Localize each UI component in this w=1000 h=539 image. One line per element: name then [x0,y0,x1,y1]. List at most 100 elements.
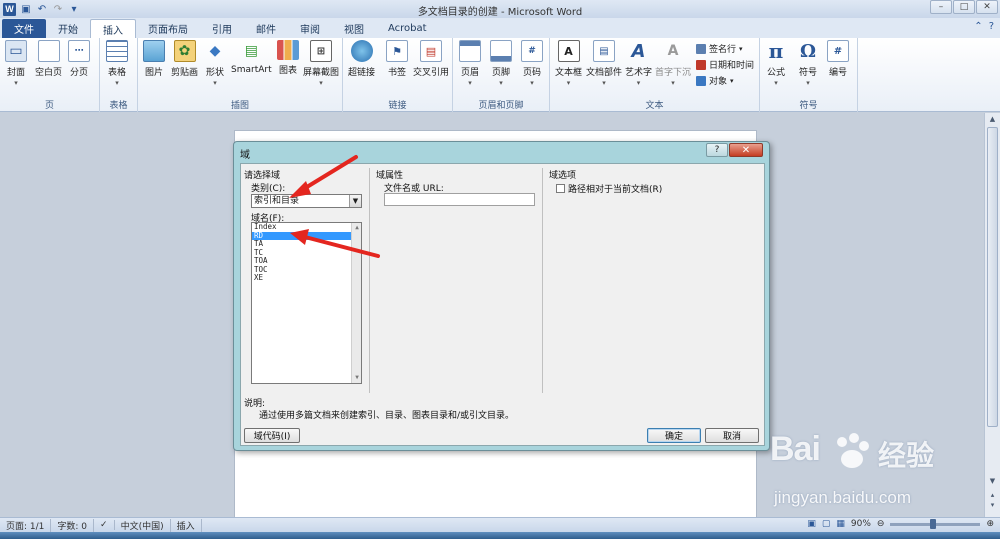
shapes-button[interactable]: ◆ 形状 ▾ [204,40,226,87]
ok-button[interactable]: 确定 [647,428,701,443]
field-codes-button[interactable]: 域代码(I) [244,428,300,443]
group-label-text: 文本 [645,101,664,111]
clip-art-button[interactable]: ✿ 剪贴画 [171,40,198,78]
redo-icon[interactable]: ↷ [52,3,64,15]
page-break-button[interactable]: ⋯ 分页 [68,40,90,78]
group-pages: ▭ 封面 ▾ 空白页 ⋯ 分页 页 [0,38,100,112]
numbering-button[interactable]: # 编号 [827,40,849,78]
shapes-icon: ◆ [209,43,221,59]
group-symbols: π 公式 ▾ Ω 符号 ▾ # 编号 符号 [760,38,858,112]
bookmark-button[interactable]: ⚑ 书签 [386,40,408,78]
field-names-list[interactable]: Index RD TA TC TOA TOC XE ▲ ▼ [251,222,362,384]
proofing-icon[interactable]: ✓ [94,520,115,530]
blank-page-button[interactable]: 空白页 [35,40,62,78]
chart-button[interactable]: 图表 [277,40,299,76]
object-icon [696,75,706,86]
scroll-thumb[interactable] [987,127,998,427]
language-indicator[interactable]: 中文(中国) [115,518,171,532]
cross-reference-icon: ▤ [420,40,442,62]
dialog-title: 域 [240,150,250,161]
screenshot-icon: ⊞ [310,40,332,62]
footer-icon [490,40,512,62]
field-properties-heading: 域属性 [376,171,404,181]
number-icon: # [827,40,849,62]
smartart-button[interactable]: ▤ SmartArt [231,40,272,75]
relative-path-checkbox[interactable]: 路径相对于当前文档(R) [556,182,662,195]
footer-button[interactable]: 页脚 ▾ [490,40,512,87]
date-time-button[interactable]: 日期和时间 [696,58,754,71]
category-select[interactable]: 索引和目录 ▼ [251,194,362,208]
tab-view[interactable]: 视图 [332,19,376,38]
hyperlink-button[interactable]: 超链接 [348,40,375,78]
tab-acrobat[interactable]: Acrobat [376,19,439,38]
taskbar [0,532,1000,539]
list-item[interactable]: Index [252,222,361,232]
description-text: 通过使用多篇文档来创建索引、目录、图表目录和/或引文目录。 [259,411,515,421]
close-window-button[interactable]: ✕ [976,0,998,14]
list-item-selected[interactable]: RD [252,231,361,240]
dialog-close-button[interactable]: ✕ [729,143,763,157]
column-divider [542,168,543,393]
list-item[interactable]: TOA [252,256,361,266]
list-item[interactable]: TC [252,248,361,258]
save-icon[interactable]: ▣ [20,3,32,15]
list-item[interactable]: TA [252,239,361,249]
tab-mailings[interactable]: 邮件 [244,19,288,38]
tab-home[interactable]: 开始 [46,19,90,38]
customize-qat-icon[interactable]: ▾ [68,3,80,15]
scroll-down-icon[interactable]: ▼ [352,374,362,382]
word-count[interactable]: 字数: 0 [51,518,95,532]
tab-file[interactable]: 文件 [2,19,46,38]
pi-icon: π [768,39,784,63]
drop-cap-icon: A [667,43,679,59]
help-icon[interactable]: ? [989,21,994,32]
header-button[interactable]: 页眉 ▾ [459,40,481,87]
chevron-down-icon[interactable]: ▼ [349,195,361,207]
cover-page-button[interactable]: ▭ 封面 ▾ [5,40,27,87]
minimize-ribbon-icon[interactable]: ⌃ [974,21,982,32]
checkbox-box[interactable] [556,184,565,193]
page-number-icon: # [521,40,543,62]
dialog-help-button[interactable]: ? [706,143,728,157]
paw-icon [837,433,869,468]
field-dialog: 域 ? ✕ 请选择域 类别(C): 索引和目录 ▼ 域名(F): Index R… [233,141,770,451]
tab-page-layout[interactable]: 页面布局 [136,19,200,38]
quick-parts-button[interactable]: ▤ 文档部件 ▾ [586,40,622,87]
filename-input[interactable] [384,193,535,206]
blank-page-icon [37,40,60,62]
picture-button[interactable]: 图片 [143,40,165,78]
tab-insert[interactable]: 插入 [90,19,136,38]
drop-cap-button[interactable]: A 首字下沉 ▾ [655,40,691,87]
list-item[interactable]: XE [252,273,361,283]
text-box-button[interactable]: A 文本框 ▾ [555,40,582,87]
wordart-icon: A [631,40,646,62]
minimize-button[interactable]: – [930,0,952,14]
table-button[interactable]: 表格 ▾ [106,40,128,87]
group-label-illustrations: 插图 [230,101,249,111]
screenshot-button[interactable]: ⊞ 屏幕截图 ▾ [303,40,339,87]
group-header-footer: 页眉 ▾ 页脚 ▾ # 页码 ▾ 页眉和页脚 [453,38,550,112]
symbol-button[interactable]: Ω 符号 ▾ [797,40,819,88]
cross-reference-button[interactable]: ▤ 交叉引用 [413,40,449,78]
cancel-button[interactable]: 取消 [705,428,759,443]
group-label-pages: 页 [44,101,54,111]
relative-path-label: 路径相对于当前文档(R) [568,185,663,195]
page-number-button[interactable]: # 页码 ▾ [521,40,543,87]
restore-button[interactable]: □ [953,0,975,14]
undo-icon[interactable]: ↶ [36,3,48,15]
scroll-up-icon[interactable]: ▲ [987,115,998,124]
signature-line-button[interactable]: 签名行 ▾ [696,42,743,55]
list-scrollbar[interactable]: ▲ ▼ [351,223,361,383]
tab-review[interactable]: 审阅 [288,19,332,38]
smartart-icon: ▤ [244,43,258,59]
insert-mode[interactable]: 插入 [171,518,202,532]
object-button[interactable]: 对象 ▾ [696,74,734,87]
tab-references[interactable]: 引用 [200,19,244,38]
quick-parts-icon: ▤ [593,40,615,62]
page-count[interactable]: 页面: 1/1 [0,518,52,532]
scroll-up-icon[interactable]: ▲ [352,224,362,232]
wordart-button[interactable]: A 艺术字 ▾ [625,40,652,88]
equation-button[interactable]: π 公式 ▾ [765,39,787,87]
word-app-icon[interactable]: W [3,2,16,16]
list-item[interactable]: TOC [252,265,361,275]
